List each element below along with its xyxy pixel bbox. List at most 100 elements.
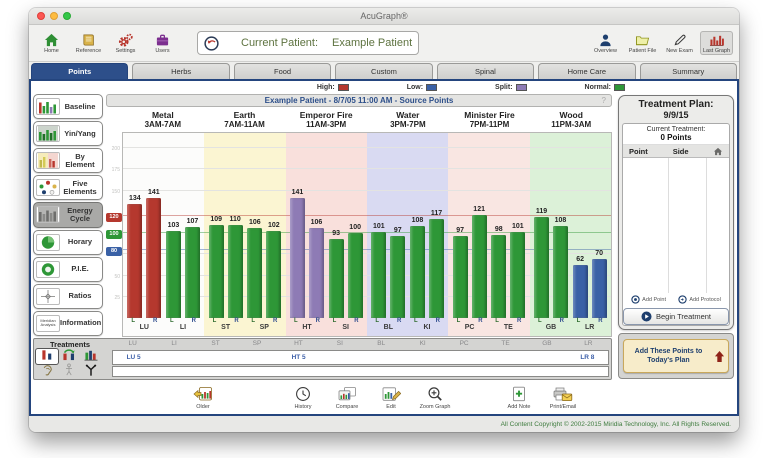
treatment-mode-ear-button[interactable] <box>36 364 58 379</box>
tab-herbs[interactable]: Herbs <box>132 63 229 79</box>
bar-rect[interactable] <box>390 236 405 319</box>
tab-points[interactable]: Points <box>31 63 128 79</box>
bar-bl-left[interactable]: 101 <box>371 223 386 318</box>
tab-home-care[interactable]: Home Care <box>538 63 635 79</box>
bar-rect[interactable] <box>453 236 468 319</box>
bar-gb-right[interactable]: 108 <box>553 217 568 318</box>
toolbar-settings-button[interactable]: Settings <box>109 31 142 55</box>
bar-rect[interactable] <box>127 204 142 318</box>
older-button[interactable]: Older <box>181 386 225 410</box>
treatment-cell <box>361 367 402 376</box>
bar-rect[interactable] <box>491 235 506 318</box>
treatment-row[interactable] <box>112 366 609 377</box>
toolbar-home-button[interactable]: Home <box>35 31 68 55</box>
compare-button[interactable]: Compare <box>325 386 369 410</box>
bar-lr-left[interactable]: 62 <box>573 256 588 318</box>
bar-sp-left[interactable]: 106 <box>247 219 262 318</box>
add-protocol-button[interactable]: Add Protocol <box>678 295 721 304</box>
tab-custom[interactable]: Custom <box>335 63 432 79</box>
sidebar-item-horary[interactable]: Horary <box>33 230 103 255</box>
bar-st-right[interactable]: 110 <box>228 216 243 319</box>
tab-summary[interactable]: Summary <box>640 63 737 79</box>
bar-ki-right[interactable]: 117 <box>429 210 444 319</box>
bar-rect[interactable] <box>472 215 487 318</box>
sidebar-item-five-elements[interactable]: Five Elements <box>33 175 103 200</box>
bar-rect[interactable] <box>410 226 425 318</box>
bar-pc-right[interactable]: 121 <box>472 206 487 318</box>
tab-spinal[interactable]: Spinal <box>437 63 534 79</box>
help-icon[interactable]: ? <box>602 96 606 105</box>
bar-bl-right[interactable]: 97 <box>390 227 405 319</box>
bar-rect[interactable] <box>348 233 363 318</box>
toolbar-patient-file-button[interactable]: Patient File <box>626 31 659 55</box>
switch-patient-icon[interactable] <box>204 36 219 51</box>
bar-rect[interactable] <box>592 259 607 319</box>
sidebar-item-energy-cycle[interactable]: Energy Cycle <box>33 202 103 227</box>
sidebar-item-ratios[interactable]: Ratios <box>33 284 103 309</box>
bar-rect[interactable] <box>228 225 243 319</box>
bar-rect[interactable] <box>166 231 181 319</box>
bar-ht-right[interactable]: 106 <box>309 219 324 318</box>
meridian-group-sp: 106 102 <box>247 219 281 318</box>
bar-rect[interactable] <box>534 217 549 318</box>
bar-rect[interactable] <box>573 265 588 318</box>
add-point-icon <box>631 295 640 304</box>
treatment-row[interactable]: LU 5HT 5LR 8 <box>112 350 609 365</box>
sidebar-item-by-element[interactable]: By Element <box>33 148 103 173</box>
print-email-button[interactable]: Print/Email <box>541 386 585 410</box>
overview-icon <box>597 32 614 47</box>
bar-rect[interactable] <box>309 228 324 318</box>
bar-rect[interactable] <box>429 219 444 319</box>
bar-lr-right[interactable]: 70 <box>592 250 607 319</box>
sidebar-item-p-i-e-[interactable]: P.I.E. <box>33 257 103 282</box>
bar-te-left[interactable]: 98 <box>491 226 506 318</box>
begin-treatment-button[interactable]: Begin Treatment <box>623 308 729 325</box>
bar-sp-right[interactable]: 102 <box>266 222 281 318</box>
sidebar-item-information[interactable]: Meridian AnalysisInformation <box>33 311 103 336</box>
bar-st-left[interactable]: 109 <box>209 216 224 318</box>
bar-rect[interactable] <box>553 226 568 318</box>
bar-te-right[interactable]: 101 <box>510 223 525 318</box>
toolbar-new-exam-button[interactable]: New Exam <box>663 31 696 55</box>
bar-lu-right[interactable]: 141 <box>146 189 161 318</box>
bar-rect[interactable] <box>266 231 281 318</box>
sidebar-item-baseline[interactable]: Baseline <box>33 94 103 119</box>
toolbar-overview-button[interactable]: Overview <box>589 31 622 55</box>
bar-pc-left[interactable]: 97 <box>453 227 468 319</box>
bar-ht-left[interactable]: 141 <box>290 189 305 318</box>
tab-food[interactable]: Food <box>234 63 331 79</box>
bar-ki-left[interactable]: 108 <box>410 217 425 318</box>
treatment-mode-body-button[interactable] <box>58 364 80 379</box>
meridian-group-ki: 108 117 <box>410 210 444 319</box>
bar-value: 109 <box>210 216 222 224</box>
toolbar-reference-button[interactable]: Reference <box>72 31 105 55</box>
bar-rect[interactable] <box>290 198 305 318</box>
add-note-button[interactable]: Add Note <box>497 386 541 410</box>
bar-si-left[interactable]: 93 <box>329 230 344 318</box>
bar-li-right[interactable]: 107 <box>185 218 200 318</box>
sidebar-item-yin-yang[interactable]: Yin/Yang <box>33 121 103 146</box>
toolbar-users-button[interactable]: Users <box>146 31 179 55</box>
threshold-badge-100: 100 <box>106 230 122 239</box>
home-treatment-icon[interactable] <box>707 147 729 156</box>
bar-rect[interactable] <box>247 228 262 318</box>
edit-button[interactable]: Edit <box>369 386 413 410</box>
add-point-button[interactable]: Add Point <box>631 295 666 304</box>
bar-value: 119 <box>536 208 547 216</box>
bar-rect[interactable] <box>329 239 344 318</box>
history-button[interactable]: History <box>281 386 325 410</box>
toolbar-last-graph-button[interactable]: Last Graph <box>700 31 733 55</box>
treatment-mode-branch-button[interactable] <box>80 364 102 379</box>
add-these-points-button[interactable]: Add These Points to Today's Plan <box>623 339 729 373</box>
bar-rect[interactable] <box>185 227 200 318</box>
bar-si-right[interactable]: 100 <box>348 224 363 318</box>
bar-lu-left[interactable]: 134 <box>127 195 142 318</box>
current-patient-box[interactable]: Current Patient: Example Patient <box>197 31 419 55</box>
bar-rect[interactable] <box>510 232 525 318</box>
bar-rect[interactable] <box>209 225 224 318</box>
zoom-graph-button[interactable]: Zoom Graph <box>413 386 457 410</box>
bar-rect[interactable] <box>146 198 161 318</box>
bar-li-left[interactable]: 103 <box>166 222 181 319</box>
bar-rect[interactable] <box>371 232 386 318</box>
bar-gb-left[interactable]: 119 <box>534 208 549 318</box>
